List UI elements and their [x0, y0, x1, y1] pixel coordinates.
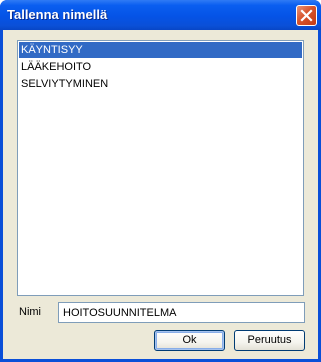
- dialog-body: KÄYNTISYY LÄÄKEHOITO SELVIYTYMINEN Nimi …: [3, 30, 318, 359]
- dialog-title: Tallenna nimellä: [7, 7, 108, 22]
- name-label: Nimi: [19, 306, 41, 318]
- saved-items-list[interactable]: KÄYNTISYY LÄÄKEHOITO SELVIYTYMINEN: [17, 40, 304, 296]
- title-bar[interactable]: Tallenna nimellä: [0, 0, 321, 30]
- name-input[interactable]: [58, 302, 305, 323]
- cancel-button[interactable]: Peruutus: [234, 330, 305, 351]
- list-item[interactable]: LÄÄKEHOITO: [19, 59, 302, 75]
- ok-button[interactable]: Ok: [154, 330, 225, 351]
- close-button[interactable]: [296, 5, 317, 26]
- close-icon: [300, 9, 313, 22]
- save-as-dialog: Tallenna nimellä KÄYNTISYY LÄÄKEHOITO SE…: [0, 0, 321, 362]
- list-item[interactable]: KÄYNTISYY: [19, 42, 302, 58]
- list-item[interactable]: SELVIYTYMINEN: [19, 76, 302, 92]
